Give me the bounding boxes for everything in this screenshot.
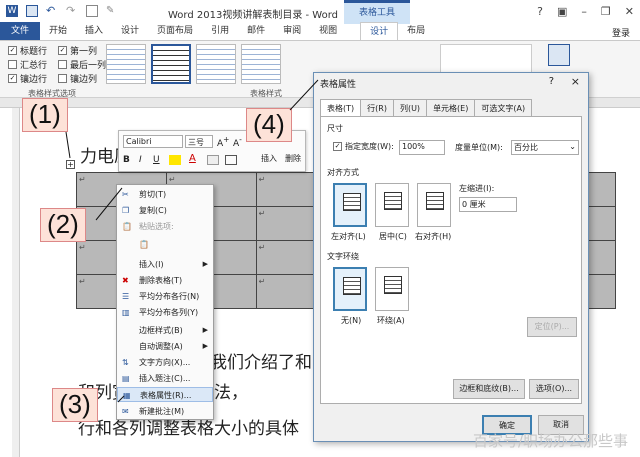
callout-arrow-3: [117, 395, 125, 403]
callout-arrows: [65, 79, 319, 403]
callout-arrow-2: [95, 187, 123, 221]
callout-arrow-1: [65, 131, 71, 159]
watermark: 百家号/职场办公那些事: [472, 432, 628, 450]
callout-arrow-4: [289, 79, 319, 111]
